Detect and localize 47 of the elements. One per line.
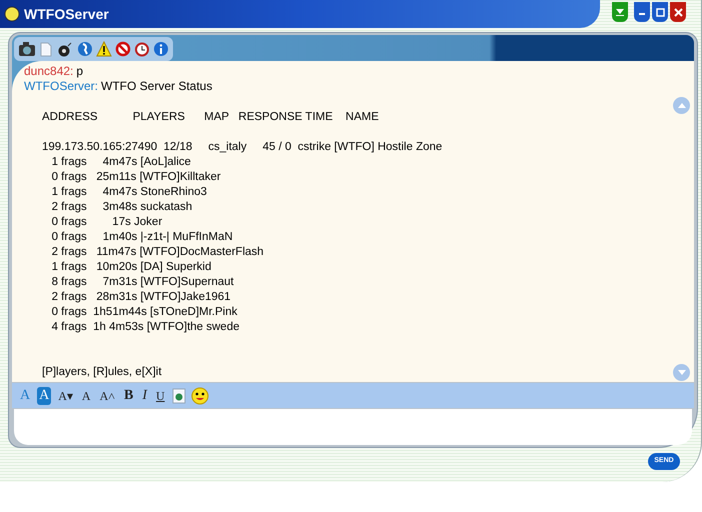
message-text: p bbox=[76, 64, 84, 79]
smiley-icon[interactable] bbox=[190, 387, 209, 405]
message-text: WTFO Server Status bbox=[101, 79, 212, 94]
up-arrow-icon bbox=[678, 103, 686, 108]
image-icon[interactable] bbox=[172, 388, 186, 404]
maximize-icon bbox=[656, 8, 664, 16]
sender-name: WTFOServer: bbox=[24, 79, 98, 94]
bomb-icon[interactable] bbox=[56, 41, 74, 57]
column-headers: ADDRESS PLAYERS MAP RESPONSE TIME NAME bbox=[42, 110, 380, 125]
info-icon[interactable] bbox=[153, 41, 169, 57]
status-line: 0 frags 25m11s [WTFO]Killtaker bbox=[50, 170, 222, 185]
status-line: 8 frags 7m31s [WTFO]Supernaut bbox=[50, 275, 235, 290]
maximize-button[interactable] bbox=[652, 2, 668, 22]
warning-icon[interactable] bbox=[96, 41, 112, 57]
size-button[interactable]: A˄ bbox=[98, 387, 118, 405]
sender-name: dunc842: bbox=[24, 64, 74, 79]
camera-icon[interactable] bbox=[18, 41, 36, 57]
color-button[interactable]: A bbox=[37, 387, 52, 405]
underline-button[interactable]: U bbox=[154, 387, 167, 405]
app-icon bbox=[4, 6, 20, 22]
size-button[interactable]: A▾ bbox=[56, 387, 75, 405]
status-line: 1 frags 4m47s StoneRhino3 bbox=[50, 185, 208, 200]
prohibited-icon[interactable] bbox=[115, 41, 131, 57]
message-input[interactable] bbox=[14, 409, 692, 445]
globe-icon[interactable] bbox=[77, 41, 93, 57]
window-title: WTFOServer bbox=[24, 4, 109, 24]
close-icon bbox=[674, 8, 682, 16]
status-line: 2 frags 28m31s [WTFO]Jake1961 bbox=[50, 290, 232, 305]
close-button[interactable] bbox=[670, 2, 686, 22]
minimize-button[interactable] bbox=[634, 2, 650, 22]
menu-hint: [P]layers, [R]ules, e[X]it bbox=[42, 365, 162, 380]
down-arrow-icon bbox=[615, 7, 625, 17]
status-line: 1 frags 4m47s [AoL]alice bbox=[50, 155, 192, 170]
status-line: 2 frags 3m48s suckatash bbox=[50, 200, 194, 215]
status-line: 0 frags 1h51m44s [sTOneD]Mr.Pink bbox=[50, 305, 238, 320]
status-line: 2 frags 11m47s [WTFO]DocMasterFlash bbox=[50, 245, 265, 260]
status-line: 0 frags 1m40s |-z1t-| MuFfInMaN bbox=[50, 230, 234, 245]
clock-icon[interactable] bbox=[134, 41, 150, 57]
dropdown-button[interactable] bbox=[612, 2, 628, 22]
status-line: 1 frags 10m20s [DA] Superkid bbox=[50, 260, 212, 275]
status-line: 4 frags 1h 4m53s [WTFO]the swede bbox=[50, 320, 240, 335]
bold-button[interactable]: B bbox=[122, 387, 136, 405]
down-arrow-icon bbox=[678, 370, 686, 375]
status-line: 199.173.50.165:27490 12/18 cs_italy 45 / 0 cstrike [WTFO] Hostile Zone bbox=[42, 140, 442, 155]
size-button[interactable]: A bbox=[80, 387, 93, 405]
status-line: 0 frags 17s Joker bbox=[50, 215, 164, 230]
italic-button[interactable]: I bbox=[140, 387, 150, 405]
